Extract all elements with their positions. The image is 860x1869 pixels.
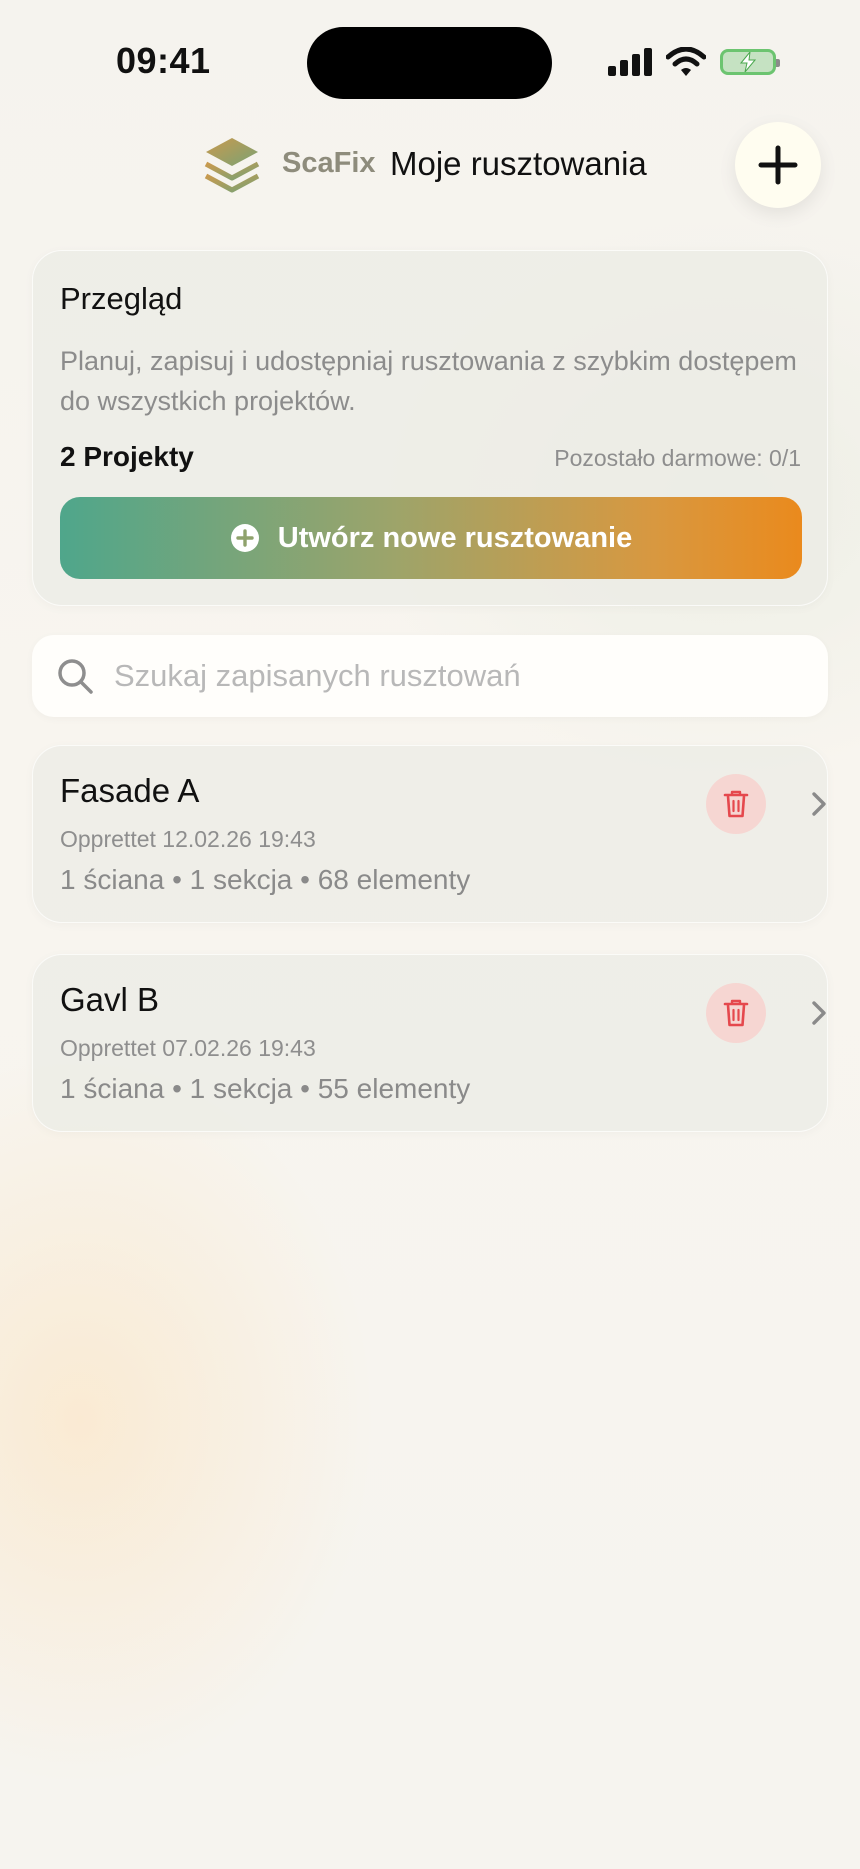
search-icon xyxy=(58,659,93,694)
brand-name: ScaFix xyxy=(282,147,376,179)
add-scaffold-button[interactable] xyxy=(735,122,821,208)
header: ScaFix Moje rusztowania xyxy=(0,122,860,208)
project-name: Fasade A xyxy=(60,772,200,809)
project-created-date: Opprettet 07.02.26 19:43 xyxy=(60,1035,316,1061)
project-count: 2 Projekty xyxy=(60,441,194,472)
stacked-layers-icon xyxy=(204,138,260,193)
project-name: Gavl B xyxy=(60,981,160,1018)
free-remaining: Pozostało darmowe: 0/1 xyxy=(554,445,801,471)
project-card[interactable]: Gavl B Opprettet 07.02.26 19:43 1 ściana… xyxy=(32,954,828,1132)
create-scaffold-button[interactable]: Utwórz nowe rusztowanie xyxy=(60,497,802,579)
project-created-date: Opprettet 12.02.26 19:43 xyxy=(60,826,316,852)
project-stats: 1 ściana • 1 sekcja • 55 elementy xyxy=(60,1073,471,1104)
overview-card: Przegląd Planuj, zapisuj i udostępniaj r… xyxy=(32,250,828,606)
project-stats: 1 ściana • 1 sekcja • 68 elementy xyxy=(60,864,471,895)
trash-icon xyxy=(723,790,749,818)
overview-title: Przegląd xyxy=(60,281,183,316)
delete-project-button[interactable] xyxy=(706,983,766,1043)
search-bar xyxy=(32,635,828,717)
dynamic-island xyxy=(307,27,552,99)
plus-circle-icon xyxy=(230,524,259,552)
status-time: 09:41 xyxy=(116,40,211,81)
status-icons xyxy=(608,44,780,80)
page-title: Moje rusztowania xyxy=(390,145,647,182)
chevron-right-icon[interactable] xyxy=(809,786,831,822)
delete-project-button[interactable] xyxy=(706,774,766,834)
trash-icon xyxy=(723,999,749,1027)
charging-bolt-icon xyxy=(740,52,756,72)
project-card[interactable]: Fasade A Opprettet 12.02.26 19:43 1 ścia… xyxy=(32,745,828,923)
cellular-signal-icon xyxy=(608,48,652,76)
create-scaffold-label: Utwórz nowe rusztowanie xyxy=(277,521,633,554)
plus-icon xyxy=(758,145,798,185)
overview-description: Planuj, zapisuj i udostępniaj rusztowani… xyxy=(60,346,797,416)
search-input[interactable] xyxy=(112,657,796,695)
battery-icon xyxy=(720,49,780,75)
wifi-icon xyxy=(666,47,706,76)
chevron-right-icon[interactable] xyxy=(809,995,831,1031)
